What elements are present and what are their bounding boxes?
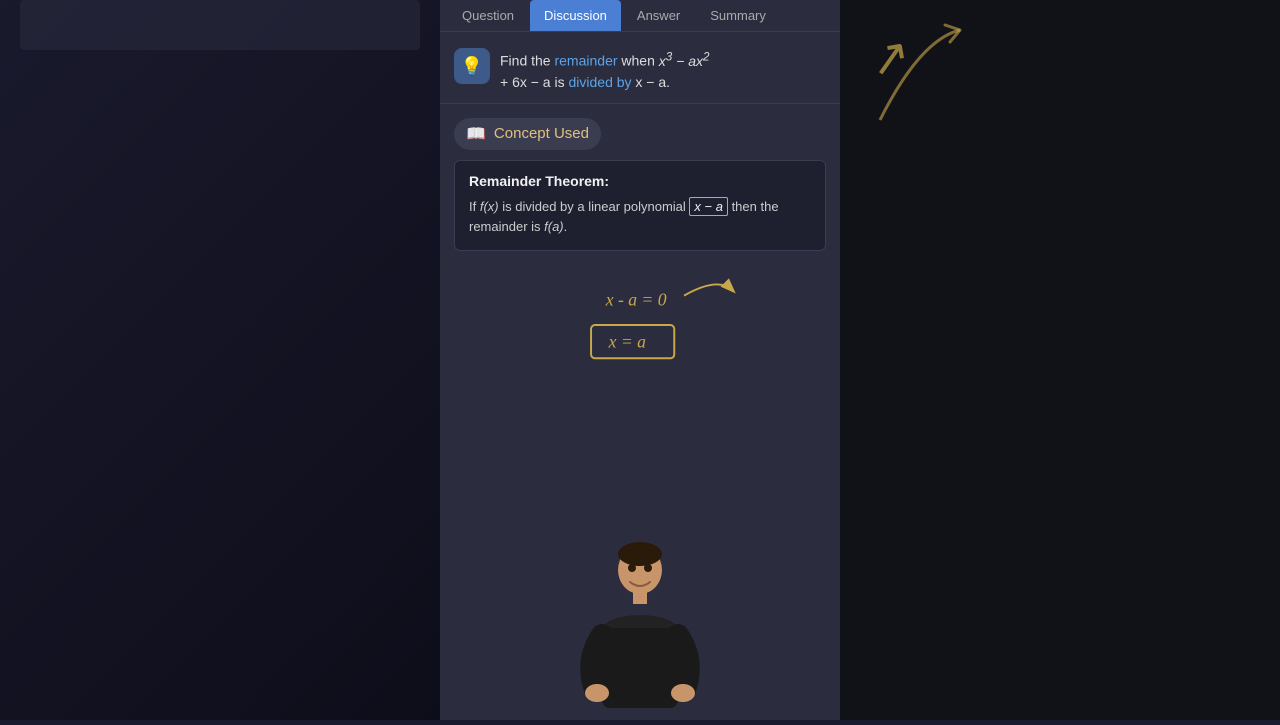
theorem-boxed-xa: x − a	[689, 197, 728, 216]
question-divided-by: divided by	[568, 74, 631, 90]
annotation-line1: x - a = 0	[605, 290, 667, 310]
annotation-arrow	[684, 285, 733, 296]
thumbnail	[20, 0, 420, 50]
tab-question[interactable]: Question	[448, 0, 528, 31]
concept-box: Remainder Theorem: If f(x) is divided by…	[454, 160, 826, 252]
theorem-fa: f(a)	[544, 219, 564, 234]
presenter-person	[570, 540, 710, 720]
annotation-area: x - a = 0 x = a	[454, 265, 826, 385]
center-panel: Question Discussion Answer Summary 💡 Fin…	[440, 0, 840, 720]
theorem-text: If f(x) is divided by a linear polynomia…	[469, 197, 811, 239]
tab-bar: Question Discussion Answer Summary	[440, 0, 840, 32]
person-svg	[570, 540, 710, 720]
bulb-icon: 💡	[454, 48, 490, 84]
annotation-line2: x = a	[608, 332, 647, 352]
tab-discussion[interactable]: Discussion	[530, 0, 621, 31]
theorem-title: Remainder Theorem:	[469, 173, 811, 189]
tab-summary[interactable]: Summary	[696, 0, 780, 31]
question-line2: + 6x − a is	[500, 74, 568, 90]
question-suffix: x − a.	[632, 74, 671, 90]
right-panel	[840, 0, 1280, 720]
question-math: x3 − ax2	[659, 53, 710, 69]
question-area: 💡 Find the remainder when x3 − ax2 + 6x …	[440, 32, 840, 104]
annotation-svg: x - a = 0 x = a	[454, 265, 826, 385]
theorem-text-2: is divided by a linear polynomial	[499, 199, 690, 214]
concept-used-header: 📖 Concept Used	[454, 118, 601, 150]
arrow-decoration	[860, 20, 980, 140]
left-panel	[0, 0, 440, 720]
theorem-fx: f(x)	[480, 199, 499, 214]
theorem-text-4: .	[564, 219, 568, 234]
question-prefix: Find the	[500, 53, 554, 69]
book-icon: 📖	[466, 124, 486, 144]
theorem-text-1: If	[469, 199, 480, 214]
question-highlight-remainder: remainder	[554, 53, 617, 69]
question-text: Find the remainder when x3 − ax2 + 6x − …	[500, 48, 709, 93]
concept-label: Concept Used	[494, 125, 589, 142]
tab-answer[interactable]: Answer	[623, 0, 694, 31]
question-when: when	[618, 53, 659, 69]
